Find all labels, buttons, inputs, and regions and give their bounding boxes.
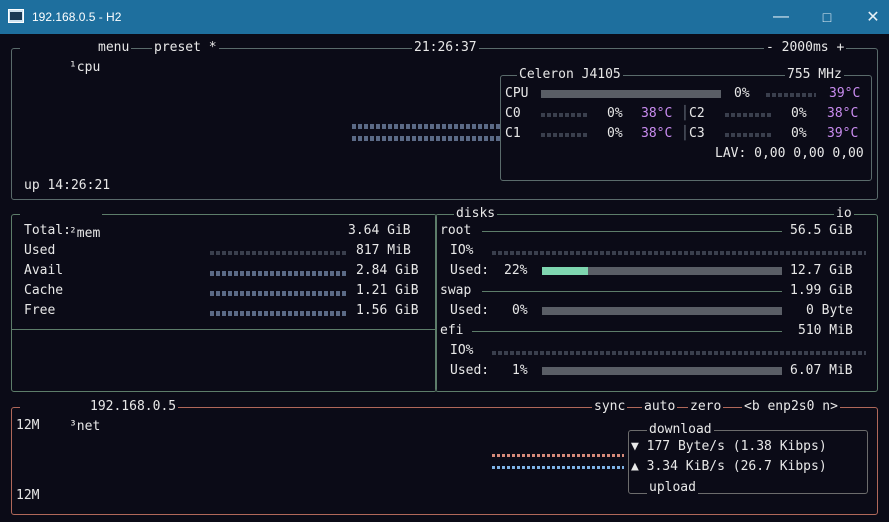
net-zero-toggle[interactable]: zero: [688, 397, 724, 417]
core-pct: 0%: [791, 126, 807, 141]
disk-used-label: Used:: [450, 303, 490, 318]
interval-control[interactable]: - 2000ms +: [764, 38, 847, 58]
maximize-button[interactable]: □: [804, 0, 850, 34]
disk-used-bar-fill: [542, 267, 588, 275]
core-pct: 0%: [607, 106, 623, 121]
net-auto-toggle[interactable]: auto: [642, 397, 678, 417]
core-spark: [541, 113, 589, 117]
disk-used-pct: 22%: [504, 263, 528, 278]
mem-row-label: Total:: [24, 223, 71, 238]
mem-row-value: 2.84 GiB: [356, 263, 419, 278]
cpu-total-pct: 0%: [734, 86, 750, 101]
cpu-panel: ¹cpu menu preset * 21:26:37 - 2000ms + u…: [11, 38, 878, 200]
disk-used-value: 6.07 MiB: [790, 363, 853, 378]
disk-name: swap: [440, 283, 472, 298]
cpu-total-temp: 39°C: [829, 86, 861, 101]
disk-separator: [482, 291, 782, 292]
uptime: up 14:26:21: [24, 178, 111, 193]
download-rate: ▼ 177 Byte/s (1.38 Kibps): [631, 439, 827, 454]
mem-row-label: Used: [24, 243, 56, 258]
core-name: C3: [689, 126, 705, 141]
cpu-total-bar: [541, 90, 721, 98]
window-titlebar[interactable]: 192.168.0.5 - H2 — □ ✕: [0, 0, 889, 34]
cpu-frequency: 755 MHz: [785, 65, 844, 85]
net-upload-graph: [492, 466, 624, 469]
disk-used-pct: 1%: [512, 363, 528, 378]
load-average: LAV: 0,00 0,00 0,00: [715, 146, 864, 161]
disk-used-value: 12.7 GiB: [790, 263, 853, 278]
mem-spark: [210, 271, 346, 276]
core-pct: 0%: [607, 126, 623, 141]
core-spark: [725, 133, 773, 137]
clock: 21:26:37: [412, 38, 479, 58]
disk-used-pct: 0%: [512, 303, 528, 318]
cpu-graph-line-2: [352, 136, 502, 141]
mem-row-label: Cache: [24, 283, 64, 298]
mem-spark: [210, 311, 346, 316]
core-temp: 38°C: [641, 106, 673, 121]
mem-divider: [12, 329, 436, 330]
window-title: 192.168.0.5 - H2: [32, 10, 122, 24]
net-scale-top: 12M: [16, 418, 40, 433]
close-button[interactable]: ✕: [850, 0, 889, 34]
core-spark: [725, 113, 773, 117]
core-temp: 38°C: [827, 106, 859, 121]
disks-panel: disks io root 56.5 GiB IO% Used: 22% 12.…: [435, 204, 878, 392]
cpu-panel-title[interactable]: ¹cpu: [20, 38, 103, 98]
mem-row-label: Free: [24, 303, 56, 318]
core-temp: 38°C: [641, 126, 673, 141]
disk-io-label: IO%: [450, 243, 474, 258]
net-interface-selector[interactable]: <b enp2s0 n>: [742, 397, 840, 417]
terminal-area[interactable]: ¹cpu menu preset * 21:26:37 - 2000ms + u…: [0, 34, 889, 522]
core-temp: 39°C: [827, 126, 859, 141]
disk-used-bar: [542, 367, 782, 375]
core-separator: │: [681, 126, 689, 141]
preset-button[interactable]: preset *: [152, 38, 219, 58]
core-spark: [541, 133, 589, 137]
net-download-graph: [492, 454, 624, 457]
mem-row-value: 1.56 GiB: [356, 303, 419, 318]
disk-separator: [472, 331, 782, 332]
disk-used-value: 0 Byte: [806, 303, 853, 318]
net-address: 192.168.0.5: [88, 397, 179, 417]
disk-used-bar: [542, 307, 782, 315]
mem-row-value: 3.64 GiB: [348, 223, 411, 238]
disk-size: 56.5 GiB: [790, 223, 853, 238]
mem-row-value: 1.21 GiB: [356, 283, 419, 298]
disk-used-label: Used:: [450, 363, 490, 378]
net-panel: ³net 192.168.0.5 sync auto zero <b enp2s…: [11, 397, 878, 515]
upload-label: upload: [647, 478, 698, 498]
cpu-total-label: CPU: [505, 86, 529, 101]
core-separator: │: [681, 106, 689, 121]
minimize-button[interactable]: —: [758, 0, 804, 34]
disk-io-spark: [492, 351, 866, 355]
net-sync-toggle[interactable]: sync: [592, 397, 628, 417]
mem-panel: ²mem Total: 3.64 GiB Used 817 MiB Avail …: [11, 204, 437, 392]
core-name: C2: [689, 106, 705, 121]
disk-name: root: [440, 223, 472, 238]
disk-io-label: IO%: [450, 343, 474, 358]
upload-rate: ▲ 3.34 KiB/s (26.7 Kibps): [631, 459, 827, 474]
menu-button[interactable]: menu: [96, 38, 132, 58]
mem-spark: [210, 291, 346, 296]
net-stats-box: download ▼ 177 Byte/s (1.38 Kibps) ▲ 3.3…: [628, 420, 868, 498]
mem-row-label: Avail: [24, 263, 64, 278]
mem-row-value: 817 MiB: [356, 243, 411, 258]
terminal-app-icon: [8, 9, 24, 23]
cpu-info-box: Celeron J4105 755 MHz CPU 0% 39°C C0 0% …: [500, 65, 872, 181]
net-scale-bottom: 12M: [16, 488, 40, 503]
mem-spark: [210, 251, 346, 255]
core-name: C1: [505, 126, 521, 141]
core-name: C0: [505, 106, 521, 121]
core-pct: 0%: [791, 106, 807, 121]
cpu-model: Celeron J4105: [517, 65, 623, 85]
disk-used-label: Used:: [450, 263, 490, 278]
disk-io-spark: [492, 251, 866, 255]
disk-separator: [482, 231, 782, 232]
disk-size: 1.99 GiB: [790, 283, 853, 298]
cpu-total-spark: [766, 93, 816, 97]
disk-size: 510 MiB: [798, 323, 853, 338]
disk-name: efi: [440, 323, 464, 338]
cpu-graph-line-1: [352, 124, 502, 129]
